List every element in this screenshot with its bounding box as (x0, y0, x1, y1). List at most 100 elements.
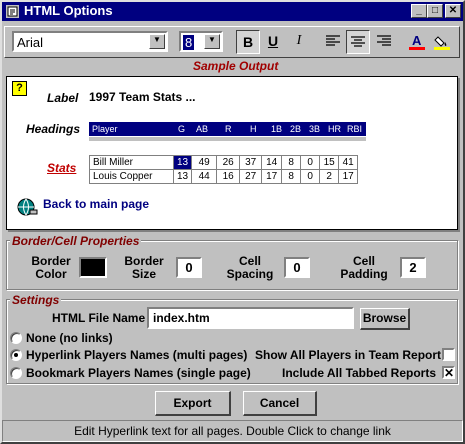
header-cell: 1B (271, 124, 283, 134)
globe-link-icon[interactable] (16, 197, 38, 217)
app-icon (6, 5, 19, 18)
border-size-input[interactable]: 0 (176, 257, 202, 278)
align-left-icon (326, 35, 340, 46)
settings-title: Settings (10, 293, 62, 307)
align-right-button[interactable] (372, 30, 396, 54)
cell-spacing-input[interactable]: 0 (284, 257, 310, 278)
fill-color-button[interactable] (430, 30, 454, 54)
close-button[interactable]: ✕ (445, 4, 461, 18)
sample-output-panel: ? Label 1997 Team Stats ... Headings Pla… (6, 76, 458, 230)
maximize-icon: □ (431, 5, 439, 16)
svg-text:A: A (412, 33, 422, 48)
header-cell: RBI (347, 124, 363, 134)
header-cell: 3B (309, 124, 321, 134)
header-cell: AB (196, 124, 209, 134)
cancel-button[interactable]: Cancel (243, 391, 317, 416)
table-cell: 16 (216, 169, 241, 184)
table-cell: 8 (281, 169, 302, 184)
radio-bookmark-label[interactable]: Bookmark Players Names (single page) (26, 366, 251, 380)
export-button[interactable]: Export (155, 391, 231, 416)
table-row: Bill Miller 13 49 26 37 14 8 0 15 41 (89, 155, 359, 170)
align-right-icon (377, 35, 391, 46)
radio-none-label[interactable]: None (no links) (26, 331, 113, 345)
size-select[interactable]: 8 ▼ (179, 31, 223, 52)
font-color-button[interactable]: A (405, 30, 429, 54)
paint-bucket-icon (434, 36, 450, 50)
stats-table[interactable]: Bill Miller 13 49 26 37 14 8 0 15 41 Lou… (89, 155, 359, 184)
label-value[interactable]: 1997 Team Stats ... (89, 90, 196, 104)
table-cell: 27 (239, 169, 263, 184)
size-select-value: 8 (183, 35, 195, 50)
radio-hyperlink-label[interactable]: Hyperlink Players Names (multi pages) (26, 348, 247, 362)
color-swatch-fill (81, 259, 105, 276)
table-cell: 17 (261, 169, 283, 184)
table-cell-selected: 13 (172, 155, 193, 170)
table-cell: 0 (300, 155, 321, 170)
table-cell: 44 (191, 169, 218, 184)
font-select-value: Arial (17, 35, 44, 50)
table-cell: 14 (261, 155, 283, 170)
back-to-main-link[interactable]: Back to main page (43, 197, 149, 211)
bold-button[interactable]: B (236, 30, 260, 54)
label-caption: Label (47, 91, 79, 105)
underline-button[interactable]: U (261, 30, 285, 54)
table-cell: 26 (216, 155, 241, 170)
include-tabbed-label[interactable]: Include All Tabbed Reports (282, 366, 436, 380)
radio-bookmark[interactable] (10, 367, 22, 379)
underline-icon: U (267, 33, 279, 49)
file-name-label: HTML File Name (52, 311, 146, 325)
headings-caption: Headings (26, 122, 81, 136)
minimize-button[interactable]: _ (411, 4, 427, 18)
table-cell: 41 (338, 155, 359, 170)
chevron-down-icon[interactable]: ▼ (149, 34, 165, 49)
radio-hyperlink[interactable] (10, 349, 22, 361)
show-all-players-checkbox[interactable] (442, 348, 455, 361)
border-color-swatch[interactable] (79, 257, 107, 278)
file-name-input[interactable]: index.htm (147, 307, 354, 329)
cell-padding-label: Cell Padding (340, 254, 388, 281)
show-all-players-label[interactable]: Show All Players in Team Report (255, 348, 441, 362)
header-cell: 2B (290, 124, 302, 134)
table-cell: 0 (300, 169, 321, 184)
browse-button[interactable]: Browse (360, 308, 410, 330)
header-cell: Player (92, 124, 118, 134)
header-cell: HR (328, 124, 341, 134)
sample-output-title: Sample Output (191, 59, 281, 73)
cell-spacing-label: Cell Spacing (226, 254, 274, 281)
header-divider (89, 137, 366, 141)
italic-button[interactable]: I (287, 30, 311, 54)
table-cell: 2 (319, 169, 340, 184)
table-cell: 15 (319, 155, 340, 170)
italic-icon: I (296, 33, 302, 48)
close-icon: ✕ (448, 5, 458, 16)
cell-padding-input[interactable]: 2 (400, 257, 426, 278)
headings-row[interactable]: Player G AB R H 1B 2B 3B HR RBI (89, 122, 366, 136)
table-cell: 8 (281, 155, 302, 170)
minimize-icon: _ (416, 5, 422, 16)
table-cell: 37 (239, 155, 263, 170)
border-cell-title: Border/Cell Properties (10, 234, 142, 248)
align-center-button[interactable] (346, 30, 370, 54)
header-cell: H (250, 124, 257, 134)
status-bar: Edit Hyperlink text for all pages. Doubl… (2, 420, 463, 442)
title-bar[interactable]: HTML Options _ □ ✕ (2, 2, 463, 21)
table-cell: 49 (191, 155, 218, 170)
maximize-button[interactable]: □ (427, 4, 443, 18)
table-cell: Louis Copper (89, 169, 174, 184)
radio-none[interactable] (10, 332, 22, 344)
chevron-down-icon[interactable]: ▼ (204, 34, 220, 49)
include-tabbed-checkbox[interactable]: ✕ (442, 366, 455, 379)
border-color-label: Border Color (31, 254, 71, 281)
stats-caption: Stats (47, 161, 77, 175)
align-center-icon (351, 36, 365, 47)
align-left-button[interactable] (321, 30, 345, 54)
border-size-label: Border Size (124, 254, 164, 281)
window-title: HTML Options (24, 3, 113, 18)
table-row: Louis Copper 13 44 16 27 17 8 0 2 17 (89, 169, 359, 184)
header-cell: R (225, 124, 232, 134)
table-cell: 17 (338, 169, 359, 184)
table-cell: 13 (172, 169, 193, 184)
table-cell: Bill Miller (89, 155, 174, 170)
help-icon[interactable]: ? (12, 81, 27, 96)
font-select[interactable]: Arial ▼ (12, 31, 168, 52)
